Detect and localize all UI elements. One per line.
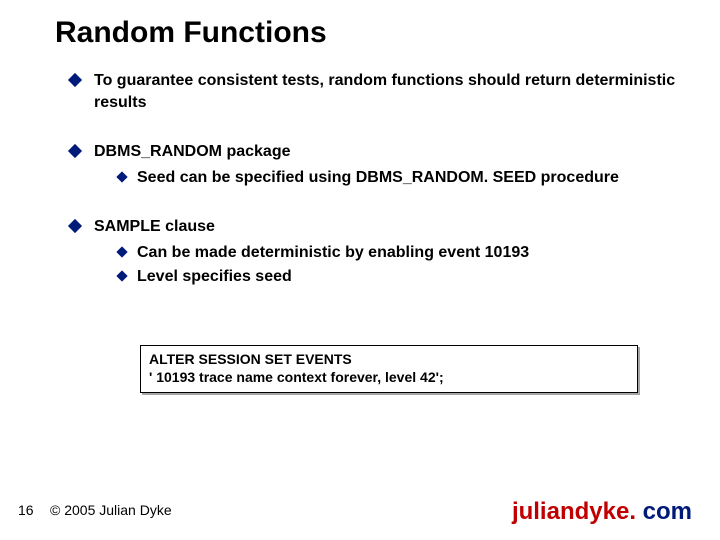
site-tld: com (636, 498, 692, 525)
code-box: ALTER SESSION SET EVENTS ' 10193 trace n… (140, 345, 638, 393)
bullet-2: DBMS_RANDOM package Seed can be specifie… (70, 141, 680, 188)
bullet-2-text: DBMS_RANDOM package (94, 141, 680, 163)
slide-title: Random Functions (55, 16, 327, 50)
diamond-icon (68, 73, 82, 87)
diamond-icon (68, 144, 82, 158)
copyright: © 2005 Julian Dyke (50, 502, 172, 518)
site-name: juliandyke. (512, 498, 636, 525)
diamond-icon (116, 270, 127, 281)
bullet-3-sub-1-text: Can be made deterministic by enabling ev… (137, 242, 529, 264)
bullet-3-sub-1: Can be made deterministic by enabling ev… (118, 242, 680, 264)
bullet-3-text: SAMPLE clause (94, 216, 680, 238)
bullet-1-text: To guarantee consistent tests, random fu… (94, 70, 680, 113)
page-number: 16 (18, 502, 34, 518)
code-line-2: ' 10193 trace name context forever, leve… (149, 368, 629, 386)
bullet-3: SAMPLE clause Can be made deterministic … (70, 216, 680, 287)
bullet-3-sub-2-text: Level specifies seed (137, 266, 292, 288)
bullet-1: To guarantee consistent tests, random fu… (70, 70, 680, 113)
diamond-icon (116, 246, 127, 257)
bullet-3-sub-2: Level specifies seed (118, 266, 680, 288)
site-url: juliandyke. com (512, 498, 692, 526)
diamond-icon (68, 219, 82, 233)
bullet-2-sub-1: Seed can be specified using DBMS_RANDOM.… (118, 167, 680, 189)
code-line-1: ALTER SESSION SET EVENTS (149, 350, 629, 368)
bullet-2-sub-1-text: Seed can be specified using DBMS_RANDOM.… (137, 167, 619, 189)
content-area: To guarantee consistent tests, random fu… (70, 70, 680, 287)
diamond-icon (116, 171, 127, 182)
